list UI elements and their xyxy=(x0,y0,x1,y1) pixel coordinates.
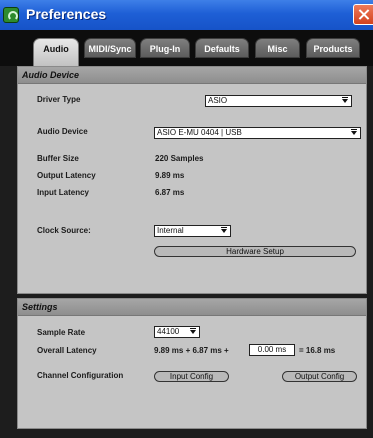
driver-type-value: ASIO xyxy=(208,96,228,105)
settings-heading: Settings xyxy=(18,299,366,316)
clock-source-dropdown[interactable]: Internal xyxy=(154,225,231,237)
output-latency-label: Output Latency xyxy=(37,171,96,180)
audio-device-panel: Audio Device Driver Type ASIO Audio Devi… xyxy=(17,66,367,294)
app-icon xyxy=(3,7,19,23)
audio-device-label: Audio Device xyxy=(37,127,88,136)
dropdown-arrow-icon xyxy=(221,227,227,233)
overall-latency-sum: 9.89 ms + 6.87 ms + xyxy=(154,346,229,355)
dropdown-arrow-icon xyxy=(342,97,348,103)
close-button[interactable] xyxy=(353,4,373,25)
clock-source-value: Internal xyxy=(157,226,184,235)
extra-latency-input[interactable]: 0.00 ms xyxy=(249,344,295,356)
input-config-button[interactable]: Input Config xyxy=(154,371,229,382)
settings-panel: Settings Sample Rate 44100 Overall Laten… xyxy=(17,298,367,429)
tab-audio[interactable]: Audio xyxy=(33,38,79,66)
hardware-setup-button[interactable]: Hardware Setup xyxy=(154,246,356,257)
output-config-button[interactable]: Output Config xyxy=(282,371,357,382)
output-latency-value: 9.89 ms xyxy=(155,171,185,180)
audio-device-heading: Audio Device xyxy=(18,67,366,84)
dropdown-arrow-icon xyxy=(190,328,196,334)
input-latency-label: Input Latency xyxy=(37,188,90,197)
tab-misc[interactable]: Misc xyxy=(255,38,300,58)
input-latency-value: 6.87 ms xyxy=(155,188,185,197)
overall-latency-label: Overall Latency xyxy=(37,346,97,355)
tab-midi-sync[interactable]: MIDI/Sync xyxy=(84,38,136,58)
channel-configuration-label: Channel Configuration xyxy=(37,371,124,380)
tab-products[interactable]: Products xyxy=(306,38,360,58)
overall-latency-total: = 16.8 ms xyxy=(299,346,336,355)
buffer-size-label: Buffer Size xyxy=(37,154,79,163)
buffer-size-value: 220 Samples xyxy=(155,154,204,163)
window-title: Preferences xyxy=(26,6,107,22)
driver-type-label: Driver Type xyxy=(37,95,81,104)
driver-type-dropdown[interactable]: ASIO xyxy=(205,95,352,107)
audio-device-value: ASIO E-MU 0404 | USB xyxy=(157,128,242,137)
tab-plug-in[interactable]: Plug-In xyxy=(140,38,190,58)
sample-rate-dropdown[interactable]: 44100 xyxy=(154,326,200,338)
clock-source-label: Clock Source: xyxy=(37,226,91,235)
sample-rate-label: Sample Rate xyxy=(37,328,86,337)
dropdown-arrow-icon xyxy=(351,129,357,135)
tab-bar: Audio MIDI/Sync Plug-In Defaults Misc Pr… xyxy=(0,30,373,66)
tab-defaults[interactable]: Defaults xyxy=(195,38,249,58)
sample-rate-value: 44100 xyxy=(157,327,180,336)
title-bar: Preferences xyxy=(0,0,373,30)
audio-device-dropdown[interactable]: ASIO E-MU 0404 | USB xyxy=(154,127,361,139)
